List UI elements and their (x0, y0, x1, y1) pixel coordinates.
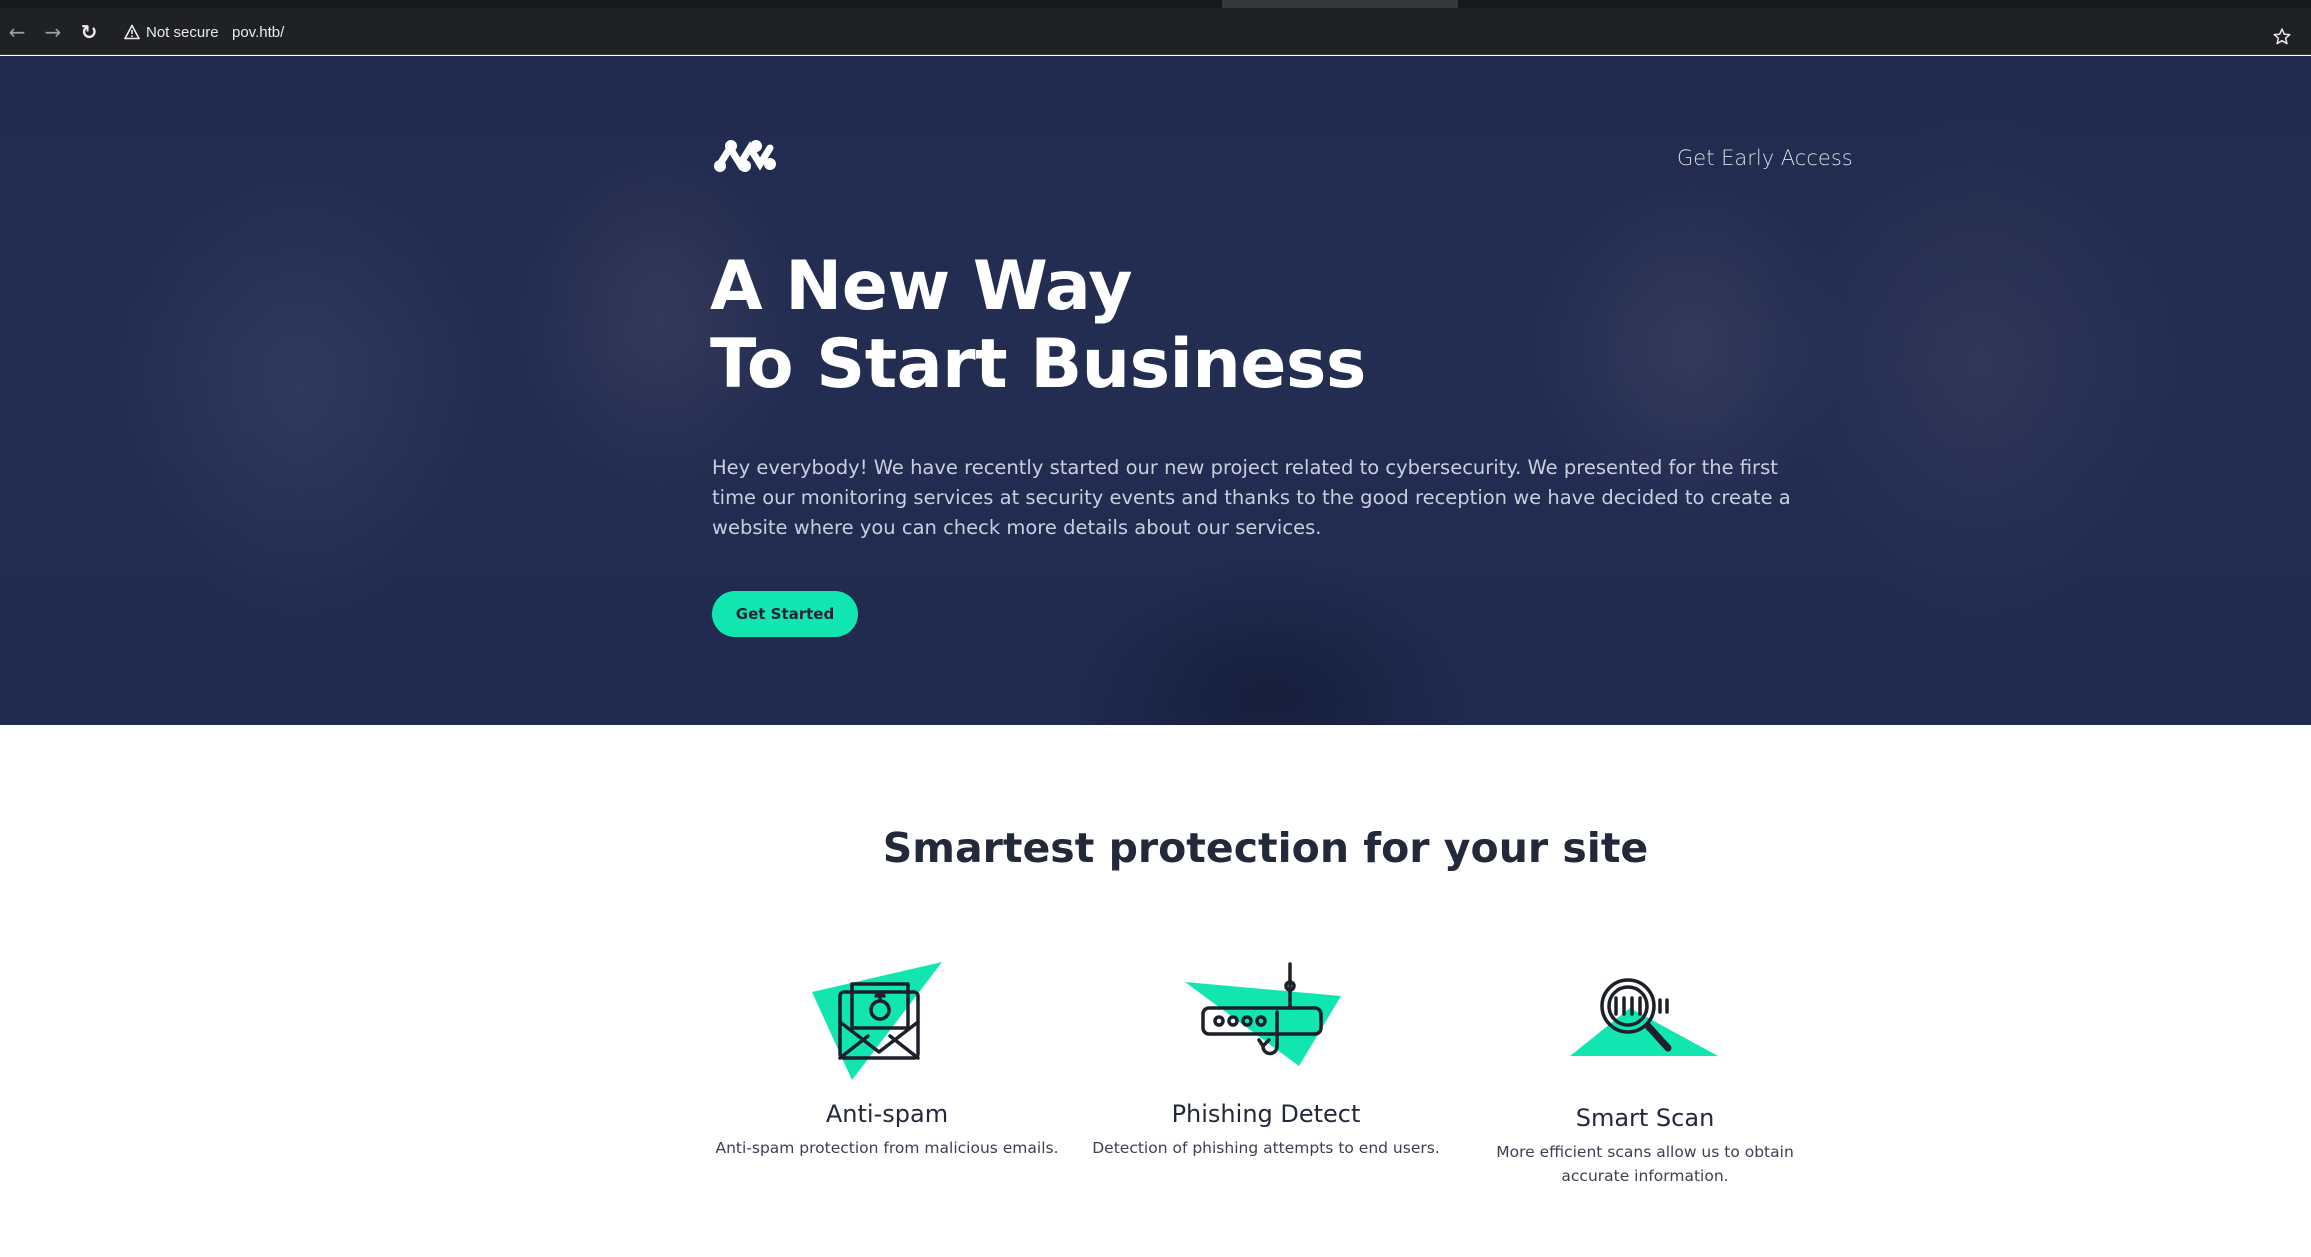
security-indicator[interactable]: Not secure (124, 21, 219, 43)
feature-smart-scan: Smart Scan More efficient scans allow us… (1465, 956, 1825, 1188)
feature-description: Anti-spam protection from malicious emai… (715, 1139, 1059, 1157)
reload-icon[interactable]: ↻ (78, 21, 100, 43)
feature-title: Phishing Detect (1171, 1100, 1361, 1128)
bomb-envelope-icon (812, 962, 942, 1080)
forward-arrow-icon[interactable]: → (42, 21, 64, 43)
get-early-access-link[interactable]: Get Early Access (1677, 146, 1853, 170)
feature-phishing-detect: Phishing Detect Detection of phishing at… (1086, 956, 1446, 1160)
brand-logo-icon[interactable] (712, 134, 780, 178)
feature-anti-spam: Anti-spam Anti-spam protection from mali… (707, 956, 1067, 1160)
bookmark-star-icon[interactable] (2272, 27, 2292, 47)
feature-description: Detection of phishing attempts to end us… (1092, 1139, 1440, 1157)
get-started-button[interactable]: Get Started (712, 591, 858, 637)
features-title: Smartest protection for your site (882, 824, 1649, 872)
hero-title-line-2: To Start Business (710, 325, 1366, 404)
warning-icon (124, 24, 140, 40)
back-arrow-icon[interactable]: ← (6, 21, 28, 43)
url-text[interactable]: pov.htb/ (232, 24, 284, 41)
hero-section: Get Early Access A New Way To Start Busi… (0, 56, 2311, 725)
feature-title: Anti-spam (825, 1100, 949, 1128)
browser-tabstrip (0, 0, 2311, 8)
active-tab-edge[interactable] (1222, 0, 1458, 8)
feature-title: Smart Scan (1575, 1104, 1715, 1132)
hero-title: A New Way To Start Business (710, 248, 1366, 404)
feature-description: More efficient scans allow us to obtain … (1496, 1143, 1794, 1185)
address-bar[interactable]: Not secure pov.htb/ (112, 15, 2272, 48)
phishing-hook-icon (1185, 962, 1341, 1066)
magnifier-scan-icon (1570, 978, 1718, 1056)
hero-description: Hey everybody! We have recently started … (712, 456, 1791, 539)
browser-toolbar: ← → ↻ Not secure pov.htb/ (0, 8, 2311, 55)
hero-title-line-1: A New Way (710, 247, 1133, 326)
security-label: Not secure (146, 23, 219, 41)
